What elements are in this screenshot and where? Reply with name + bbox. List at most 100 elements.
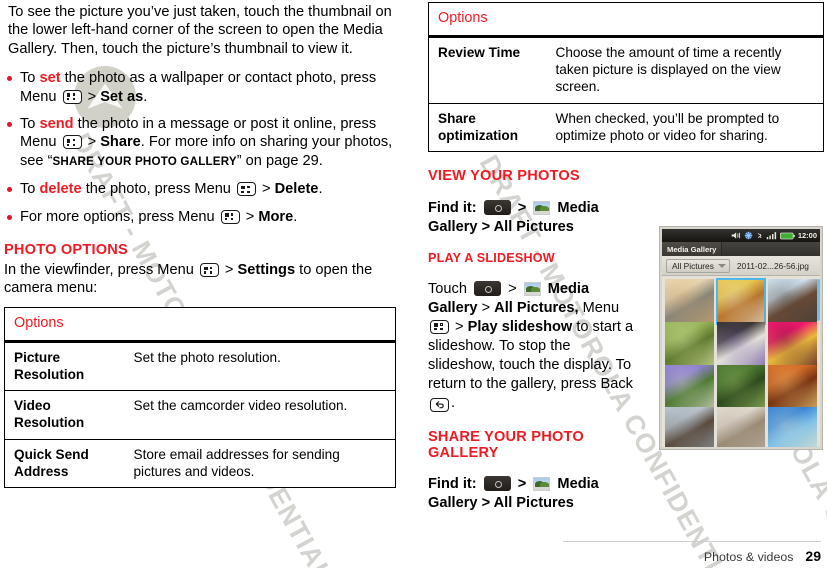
phone-title-bar: Media Gallery <box>662 242 820 256</box>
thumbnail-blue-coast[interactable] <box>768 407 817 447</box>
cross-reference-link[interactable]: Share your photo gallery <box>52 155 236 168</box>
find-it-view-photos: Find it: > Media Gallery > All Pictures <box>428 199 640 237</box>
thumbnail-beach-bench[interactable] <box>665 407 714 447</box>
bullet-keyword: send <box>39 116 74 133</box>
media-gallery-icon <box>533 200 551 215</box>
option-name: Share optimization <box>428 102 547 152</box>
left-column: To see the picture you’ve just taken, to… <box>4 0 396 489</box>
bluetooth-icon: 1 <box>757 233 762 240</box>
bullet-post: . <box>143 88 148 105</box>
back-key-icon <box>430 397 449 412</box>
thumbnail-street-market[interactable] <box>715 278 767 325</box>
globe-icon <box>744 231 753 240</box>
path-play-slideshow[interactable]: Play slideshow <box>468 319 573 335</box>
all-pictures-dropdown[interactable]: All Pictures <box>666 258 730 273</box>
option-description: When checked, you’ll be prompted to opti… <box>546 102 824 152</box>
find-it-label: Find it: <box>428 476 477 493</box>
home-key-icon <box>474 280 502 296</box>
bullet-bold: Set as <box>100 88 144 105</box>
phone-screenshot: 1 12:00 Media Gallery All Pictures 2011-… <box>659 226 823 450</box>
menu-icon <box>62 135 82 150</box>
menu-icon <box>199 263 219 278</box>
bullet-text-pre: For more options, press Menu <box>20 208 219 225</box>
find-it-share-gallery: Find it: > Media Gallery > All Pictures <box>428 475 640 513</box>
lead-gt: > <box>220 262 238 279</box>
photo-options-lead: In the viewfinder, press Menu > Settings… <box>4 261 396 298</box>
bullet-bold: Delete <box>274 181 319 198</box>
bullet-post2: ” on page 29. <box>236 152 323 169</box>
bullet-text-mid: the photo, press Menu <box>81 181 235 198</box>
media-gallery-icon <box>533 477 551 492</box>
scrollbar-thumb[interactable] <box>817 279 820 321</box>
current-filename: 2011-02...26-56.jpg <box>736 260 809 271</box>
thumbnail-green-field[interactable] <box>665 321 714 367</box>
home-key-icon <box>483 199 511 215</box>
path-sep: > <box>517 199 527 216</box>
thumbnail-green-leaves[interactable] <box>716 364 766 410</box>
list-item: To delete the photo, press Menu > Delete… <box>4 180 396 198</box>
bullet-gt: > <box>83 134 101 151</box>
option-description: Store email addresses for sending pictur… <box>124 438 396 488</box>
home-key-icon <box>483 476 511 492</box>
thumbnail-sunset-landscape[interactable] <box>665 279 714 324</box>
thumbnail-indoor-room[interactable] <box>716 407 766 447</box>
subsection-heading-play-a-slideshow: Play a slideshow <box>428 251 555 266</box>
table-header-options: Options <box>4 307 396 343</box>
footer-divider <box>563 540 821 542</box>
media-gallery-icon <box>523 281 541 296</box>
bullet-post: . <box>318 181 323 198</box>
section-heading-view-your-photos: View your photos <box>428 168 580 185</box>
phone-status-bar: 1 12:00 <box>662 229 820 242</box>
chevron-down-icon <box>717 263 726 268</box>
dropdown-label: All Pictures <box>672 260 714 271</box>
bullet-gt: > <box>83 88 101 105</box>
thumbnail-red-rocks[interactable] <box>768 364 817 410</box>
bullet-text-pre: To <box>20 181 40 198</box>
signal-icon <box>766 232 776 240</box>
list-item: For more options, press Menu > More. <box>4 208 396 226</box>
menu-icon <box>220 209 240 224</box>
thumbnail-pink-flower[interactable] <box>768 321 817 367</box>
lead-pre: In the viewfinder, press Menu <box>4 262 198 279</box>
section-heading-photo-options: Photo options <box>4 242 128 259</box>
camera-options-table: Options Review Time Choose the amount of… <box>428 2 824 153</box>
path-sep: > <box>451 318 468 335</box>
path-sep: > <box>517 476 527 493</box>
option-description: Set the photo resolution. <box>133 349 281 365</box>
bullet-post: . <box>293 208 298 225</box>
intro-text: To see the picture you’ve just taken, to… <box>8 4 392 57</box>
thumbnail-cathedral[interactable] <box>768 279 817 324</box>
menu-icon <box>62 89 82 104</box>
slideshow-instructions: Touch > Media Gallery > All Pictures, Me… <box>428 280 640 413</box>
table-row: Video Resolution Set the camcorder video… <box>4 390 396 440</box>
thumbnail-purple-blossom[interactable] <box>665 364 714 410</box>
option-name: Review Time <box>438 45 521 60</box>
app-title-tab[interactable]: Media Gallery <box>662 242 723 256</box>
option-description: Set the camcorder video resolution. <box>124 390 396 440</box>
path-sep: > <box>481 495 491 512</box>
section-heading-share-your-photo-gallery: Share your photo gallery <box>428 428 584 461</box>
option-name: Picture Resolution <box>14 349 85 383</box>
table-header-options: Options <box>428 2 824 38</box>
photo-options-table: Options Picture Resolution Set the photo… <box>4 306 396 489</box>
footer-page-number: 29 <box>805 548 821 564</box>
table-row: Picture Resolution Set the photo resolut… <box>5 341 396 390</box>
bullet-keyword: delete <box>39 181 82 198</box>
table-row: Share optimization When checked, you’ll … <box>428 102 824 152</box>
bullet-text-pre: To <box>20 70 40 87</box>
path-all-pictures[interactable]: All Pictures <box>494 495 574 511</box>
path-all-pictures[interactable]: All Pictures, <box>494 300 578 316</box>
volume-icon <box>731 232 740 239</box>
menu-icon <box>430 319 449 334</box>
path-sep: > <box>481 299 491 316</box>
option-name: Quick Send Address <box>4 438 125 488</box>
touch-label: Touch <box>428 280 467 297</box>
bullet-bold: More <box>258 208 294 225</box>
bullet-gt: > <box>241 208 259 225</box>
thumbnail-dog-on-couch[interactable] <box>716 321 766 367</box>
slideshow-tail-end: . <box>451 394 456 411</box>
footer-section-label: Photos & videos <box>703 550 794 564</box>
path-all-pictures[interactable]: All Pictures <box>494 219 574 235</box>
bullet-bold: Share <box>100 134 141 151</box>
path-sep: > <box>481 218 491 235</box>
